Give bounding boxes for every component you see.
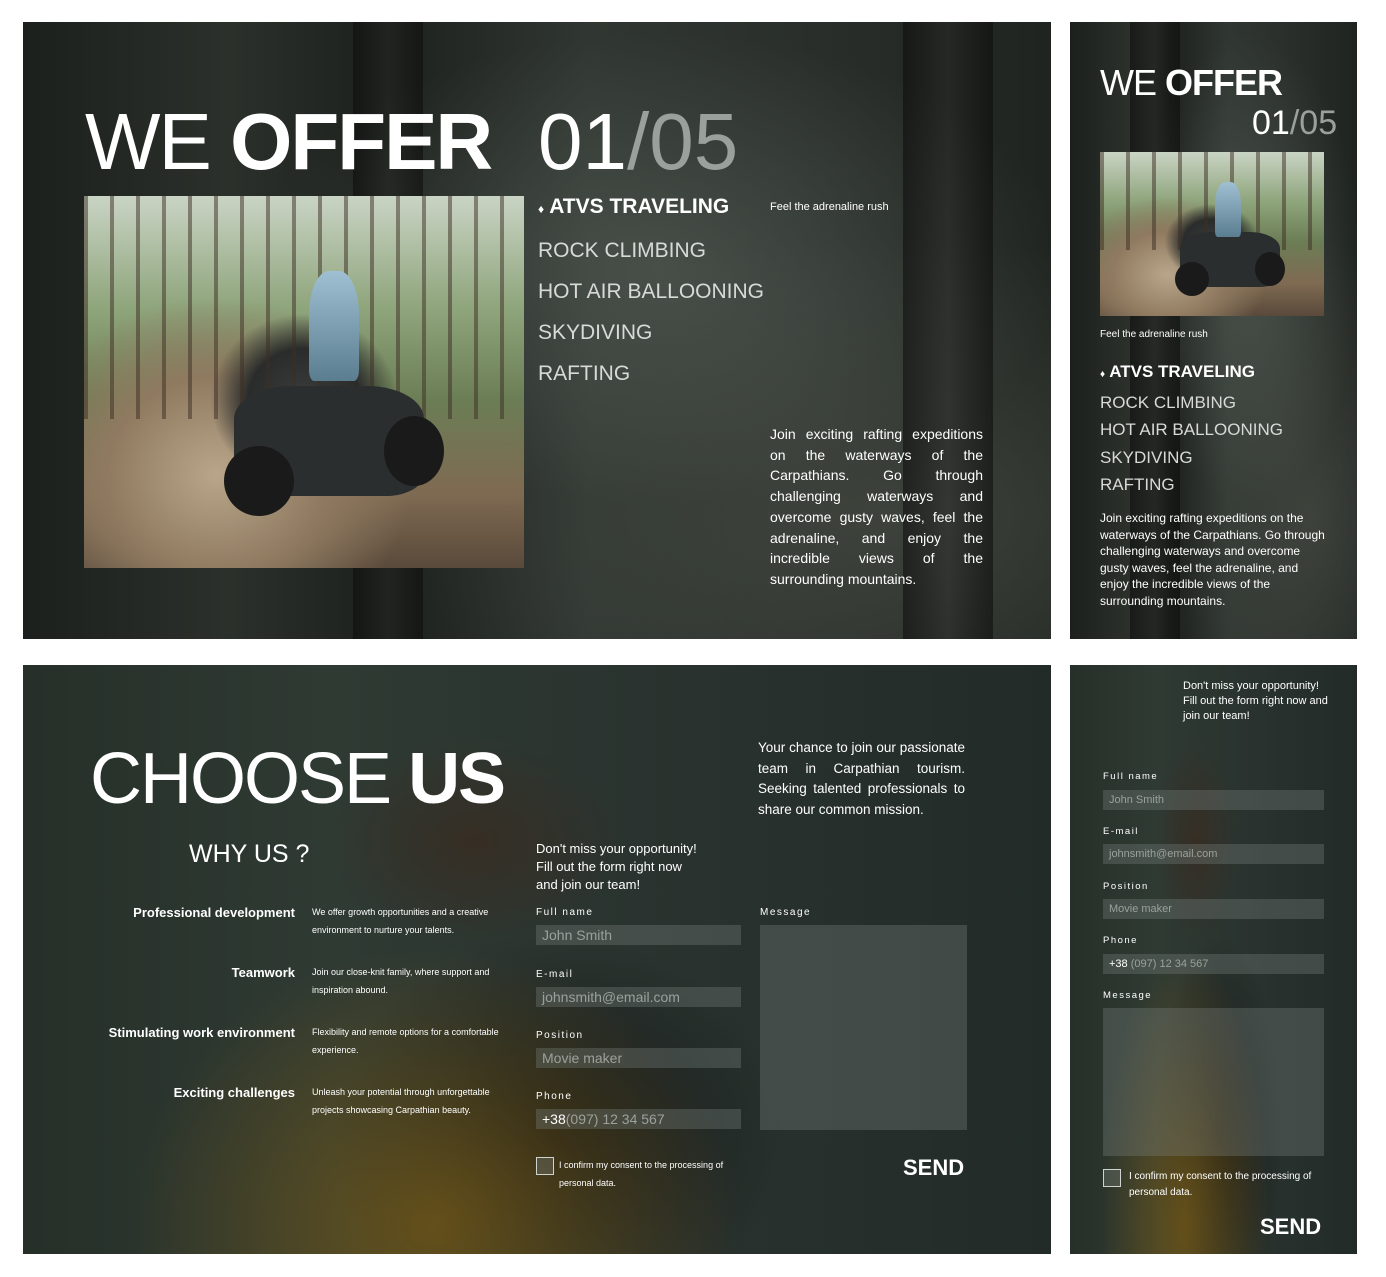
active-bullet-icon: ♦ [538,202,545,216]
consent-checkbox[interactable] [1103,1169,1121,1187]
phone-prefix: +38 [542,1111,566,1127]
menu-item-rafting[interactable]: RAFTING [1100,471,1283,499]
choose-mobile-panel: Don't miss your opportunity! Fill out th… [1070,665,1357,1254]
tagline: Feel the adrenaline rush [770,201,889,213]
message-textarea[interactable] [760,925,967,1130]
form-prompt: Don't miss your opportunity! Fill out th… [536,841,697,892]
full-name-input[interactable]: John Smith [1103,790,1324,810]
menu-item-hot-air-ballooning[interactable]: HOT AIR BALLOONING [538,271,764,312]
menu-item-skydiving[interactable]: SKYDIVING [538,312,764,353]
message-label: Message [760,907,812,918]
form-prompt: Don't miss your opportunity! Fill out th… [1183,680,1328,722]
phone-placeholder: (097) 12 34 567 [565,1111,665,1127]
menu-item-atvs-traveling[interactable]: ♦ ATVS TRAVELING [1100,358,1283,389]
full-name-input[interactable]: John Smith [536,925,741,945]
message-label: Message [1103,990,1153,1001]
phone-input[interactable]: +38 (097) 12 34 567 [1103,954,1324,974]
position-label: Position [536,1030,584,1041]
consent-label: I confirm my consent to the processing o… [1129,1171,1312,1198]
reason-text: We offer growth opportunities and a crea… [312,907,489,935]
active-bullet-icon: ♦ [1100,369,1106,380]
menu-item-atvs-traveling[interactable]: ♦ ATVS TRAVELING [538,186,764,230]
page-title: WE OFFER [85,97,493,186]
menu-item-hot-air-ballooning[interactable]: HOT AIR BALLOONING [1100,416,1283,444]
email-label: E-mail [536,969,574,980]
message-textarea[interactable] [1103,1008,1324,1156]
reason-text: Unleash your potential through unforgett… [312,1087,490,1115]
position-label: Position [1103,881,1149,892]
email-input[interactable]: johnsmith@email.com [1103,844,1324,864]
page-title: WE OFFER [1100,62,1283,103]
position-input[interactable]: Movie maker [1103,899,1324,919]
reason-title: Teamwork [231,965,295,980]
reason-title: Stimulating work environment [108,1025,295,1040]
menu-item-rafting[interactable]: RAFTING [538,353,764,394]
full-name-label: Full name [536,907,594,918]
phone-label: Phone [1103,935,1138,946]
full-name-label: Full name [1103,771,1159,782]
position-input[interactable]: Movie maker [536,1048,741,1068]
consent-checkbox[interactable] [536,1157,554,1175]
offer-description: Join exciting rafting expeditions on the… [1100,511,1325,608]
slide-counter: 01/05 [538,97,739,186]
send-button[interactable]: SEND [1260,1214,1321,1240]
offer-menu: ♦ ATVS TRAVELING ROCK CLIMBING HOT AIR B… [538,186,764,394]
slide-counter: 01/05 [1252,104,1338,142]
offer-desktop-panel: WE OFFER 01/05 ♦ ATVS TRAVELING ROCK CLI… [23,22,1051,639]
reason-text: Join our close-knit family, where suppor… [312,967,490,995]
email-input[interactable]: johnsmith@email.com [536,987,741,1007]
atv-photo [1100,152,1324,316]
reason-title: Exciting challenges [173,1085,295,1100]
phone-placeholder: (097) 12 34 567 [1130,958,1209,970]
atv-photo [84,196,524,568]
reason-text: Flexibility and remote options for a com… [312,1027,499,1055]
menu-item-skydiving[interactable]: SKYDIVING [1100,444,1283,472]
offer-mobile-panel: WE OFFER 01/05 Feel the adrenaline rush … [1070,22,1357,639]
send-button[interactable]: SEND [903,1155,964,1181]
offer-menu: ♦ ATVS TRAVELING ROCK CLIMBING HOT AIR B… [1100,358,1283,499]
phone-input[interactable]: +38(097) 12 34 567 [536,1109,741,1129]
offer-description: Join exciting rafting expeditions on the… [770,426,983,587]
why-us-heading: WHY US ? [189,840,310,868]
phone-label: Phone [536,1091,573,1102]
menu-item-rock-climbing[interactable]: ROCK CLIMBING [538,230,764,271]
phone-prefix: +38 [1109,958,1128,970]
choose-desktop-panel: CHOOSE US WHY US ? Your chance to join o… [23,665,1051,1254]
tagline: Feel the adrenaline rush [1100,329,1208,340]
consent-label: I confirm my consent to the processing o… [559,1160,724,1188]
page-title: CHOOSE US [90,739,506,819]
email-label: E-mail [1103,826,1139,837]
menu-item-rock-climbing[interactable]: ROCK CLIMBING [1100,389,1283,417]
reason-title: Professional development [133,905,295,920]
intro-text: Your chance to join our passionate team … [758,740,965,818]
